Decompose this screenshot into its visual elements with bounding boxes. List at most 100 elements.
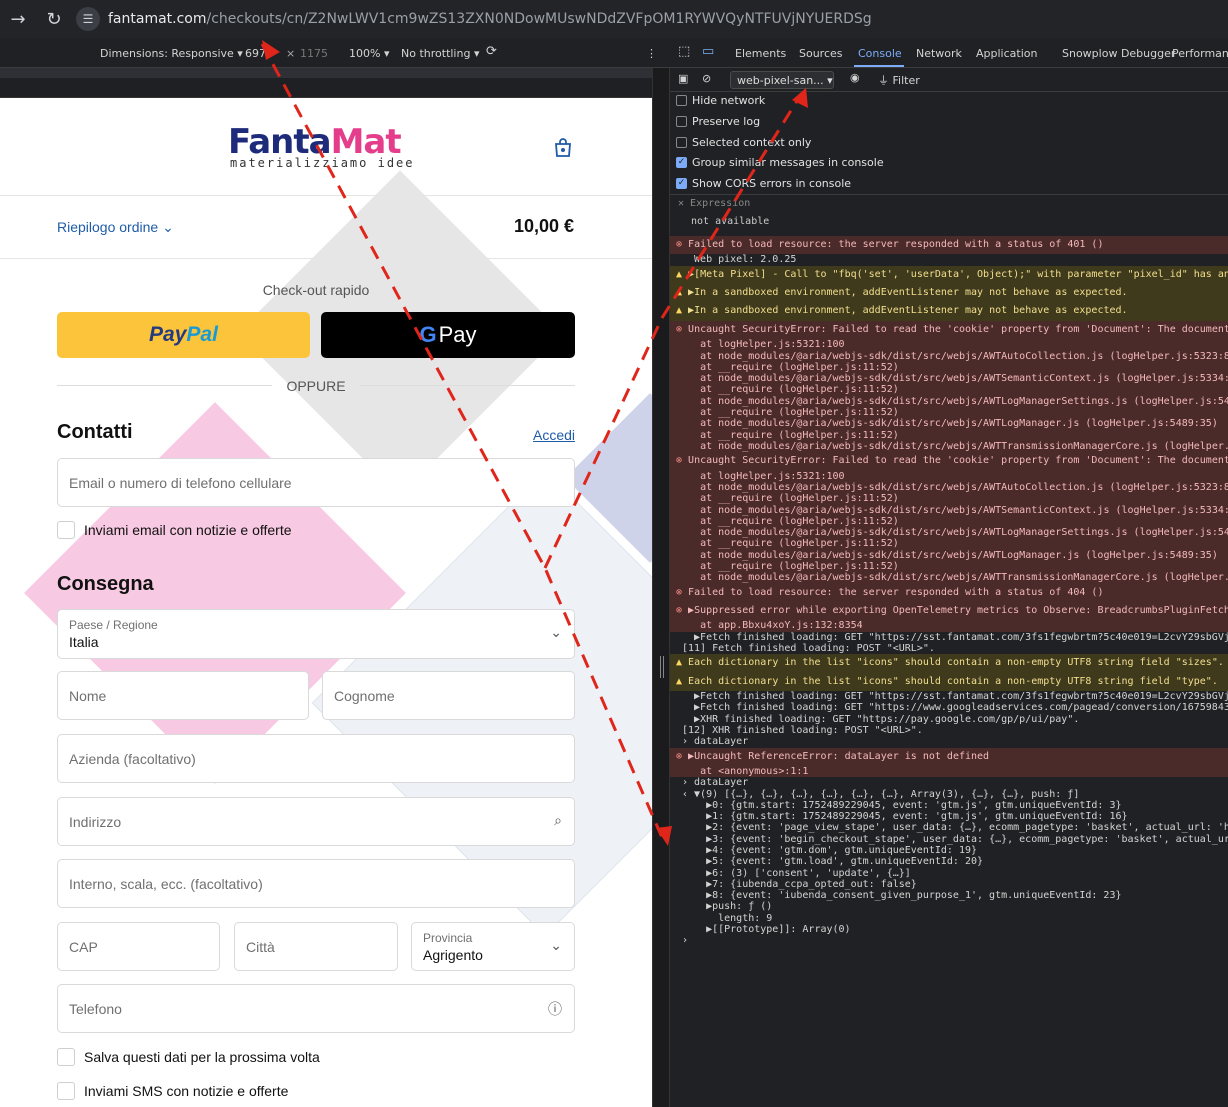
- province-select[interactable]: Provincia Agrigento ⌄: [411, 922, 575, 971]
- tab-elements[interactable]: Elements: [735, 47, 786, 60]
- context-select[interactable]: web-pixel-san... ▾: [730, 71, 834, 89]
- console-option-4[interactable]: ✓ Show CORS errors in console: [676, 177, 851, 190]
- console-line[interactable]: ▲ ▶In a sandboxed environment, addEventL…: [670, 302, 1228, 321]
- console-line[interactable]: ▶Fetch finished loading: GET "https://ww…: [670, 702, 1228, 713]
- sidebar-icon[interactable]: ▣: [678, 72, 688, 85]
- live-expression-label[interactable]: ✕ Expression: [678, 198, 750, 209]
- tab-performance[interactable]: Performanc: [1172, 47, 1228, 60]
- checkout-page: FantaMat materializziamo idee Riepilogo …: [0, 98, 652, 1107]
- console-line[interactable]: ▶4: {event: 'gtm.dom', gtm.uniqueEventId…: [670, 845, 1228, 856]
- throttle-select[interactable]: No throttling ▾: [401, 47, 479, 60]
- address-bar: → ↻ ☰ fantamat.com/checkouts/cn/Z2NwLWV1…: [0, 0, 1228, 38]
- zip-field[interactable]: CAP: [57, 922, 220, 971]
- phone-field[interactable]: Telefono ⓘ: [57, 984, 575, 1033]
- checkbox-icon: ✓: [676, 157, 687, 169]
- tab-sources[interactable]: Sources: [799, 47, 843, 60]
- panel-splitter[interactable]: [652, 68, 670, 1107]
- console-line: ‹ ▼(9) [{…}, {…}, {…}, {…}, {…}, {…}, Ar…: [682, 788, 1080, 800]
- paypal-button[interactable]: Pay Pal: [57, 312, 310, 358]
- console-output: ⊗ Failed to load resource: the server re…: [670, 236, 1228, 947]
- console-line: at node_modules/@aria/webjs-sdk/dist/src…: [670, 440, 1228, 453]
- help-icon[interactable]: ⓘ: [548, 999, 562, 1019]
- divider: [0, 195, 652, 196]
- more-options-icon[interactable]: ⋮: [646, 47, 657, 60]
- company-field[interactable]: Azienda (facoltativo): [57, 734, 575, 783]
- newsletter-checkbox[interactable]: Inviami email con notizie e offerte: [57, 521, 292, 539]
- url-host: fantamat.com: [108, 11, 207, 27]
- google-g-icon: G: [419, 322, 437, 347]
- country-select[interactable]: Paese / Regione Italia ⌄: [57, 609, 575, 659]
- console-line: [11] Fetch finished loading: POST "<URL>…: [682, 642, 935, 654]
- console-line[interactable]: ▶[[Prototype]]: Array(0): [670, 924, 1228, 935]
- console-line[interactable]: ▶6: (3) ['consent', 'update', {…}]: [670, 868, 1228, 879]
- console-line[interactable]: ▲ ▶[Meta Pixel] - Call to "fbq('set', 'u…: [670, 265, 1228, 285]
- shopping-bag-icon[interactable]: [552, 136, 574, 158]
- error-icon: ⊗: [676, 750, 689, 762]
- inspect-icon[interactable]: ⬚: [678, 44, 690, 59]
- tab-snowplow[interactable]: Snowplow Debugger: [1062, 47, 1175, 60]
- console-line[interactable]: ▶0: {gtm.start: 1752489229045, event: 'g…: [670, 800, 1228, 811]
- login-link[interactable]: Accedi: [533, 427, 575, 443]
- tab-application[interactable]: Application: [976, 47, 1037, 60]
- tab-console[interactable]: Console: [858, 47, 902, 60]
- console-option-1[interactable]: Preserve log: [676, 115, 760, 128]
- width-input[interactable]: 697: [245, 47, 266, 60]
- first-name-field[interactable]: Nome: [57, 671, 309, 720]
- console-line[interactable]: ⊗ ▶Uncaught ReferenceError: dataLayer is…: [670, 747, 1228, 766]
- clear-console-icon[interactable]: ⊘: [702, 72, 711, 85]
- console-line[interactable]: ▶8: {event: 'iubenda_consent_given_purpo…: [670, 890, 1228, 901]
- console-line: at node_modules/@aria/webjs-sdk/dist/src…: [670, 481, 1228, 494]
- forward-icon[interactable]: →: [0, 9, 36, 30]
- console-line[interactable]: ▶Fetch finished loading: GET "https://ss…: [670, 632, 1228, 643]
- console-line[interactable]: ▶2: {event: 'page_view_stape', user_data…: [670, 822, 1228, 833]
- console-line: at node_modules/@aria/webjs-sdk/dist/src…: [670, 527, 1228, 539]
- rotate-icon[interactable]: ⟳: [486, 44, 497, 59]
- site-settings-icon[interactable]: ☰: [76, 7, 100, 31]
- console-line[interactable]: ⊗ ▶Suppressed error while exporting Open…: [670, 601, 1228, 621]
- url-field[interactable]: fantamat.com/checkouts/cn/Z2NwLWV1cm9wZS…: [108, 11, 872, 27]
- contacts-heading: Contatti: [57, 421, 133, 443]
- console-line[interactable]: ▶7: {iubenda_ccpa_opted_out: false}: [670, 879, 1228, 890]
- address2-field[interactable]: Interno, scala, ecc. (facoltativo): [57, 859, 575, 908]
- console-line: at __require (logHelper.js:11:52): [670, 407, 1228, 419]
- device-toolbar: Dimensions: Responsive ▾ 697 × 1175 100%…: [0, 38, 670, 68]
- email-field[interactable]: Email o numero di telefono cellulare: [57, 458, 575, 507]
- dimensions-select[interactable]: Dimensions: Responsive ▾: [100, 47, 243, 60]
- console-option-3[interactable]: ✓ Group similar messages in console: [676, 156, 884, 169]
- search-icon[interactable]: ⌕: [554, 812, 562, 829]
- warning-icon: ▲: [676, 287, 689, 299]
- zoom-select[interactable]: 100% ▾: [349, 47, 389, 60]
- reload-icon[interactable]: ↻: [36, 9, 72, 30]
- eye-icon[interactable]: ◉: [850, 71, 860, 84]
- console-line[interactable]: ▶push: ƒ (): [670, 901, 1228, 912]
- filter-input[interactable]: ⏚ Filter: [878, 72, 920, 88]
- error-icon: ⊗: [676, 586, 689, 598]
- last-name-field[interactable]: Cognome: [322, 671, 575, 720]
- order-summary-toggle[interactable]: Riepilogo ordine ⌄: [57, 219, 174, 236]
- console-line[interactable]: ▶5: {event: 'gtm.load', gtm.uniqueEventI…: [670, 856, 1228, 867]
- google-pay-button[interactable]: G Pay: [321, 312, 575, 358]
- console-option-0[interactable]: Hide network: [676, 94, 765, 107]
- console-line[interactable]: ▶XHR finished loading: GET "https://pay.…: [670, 714, 1228, 725]
- address-field[interactable]: Indirizzo ⌕: [57, 797, 575, 846]
- console-line[interactable]: ▶Fetch finished loading: GET "https://ss…: [670, 691, 1228, 702]
- console-line: at node_modules/@aria/webjs-sdk/dist/src…: [670, 418, 1228, 430]
- times-icon: ×: [286, 47, 296, 60]
- console-line[interactable]: ▶3: {event: 'begin_checkout_stape', user…: [670, 834, 1228, 845]
- console-line[interactable]: ▲ ▶In a sandboxed environment, addEventL…: [670, 284, 1228, 303]
- tab-network[interactable]: Network: [916, 47, 962, 60]
- devtools-panel: ⬚ ▭ Elements Sources Console Network App…: [670, 38, 1228, 1107]
- order-total: 10,00 €: [513, 216, 574, 236]
- console-line[interactable]: ▶1: {gtm.start: 1752489229045, event: 'g…: [670, 811, 1228, 822]
- console-line: ▲ Each dictionary in the list "icons" sh…: [670, 672, 1228, 692]
- device-toggle-icon[interactable]: ▭: [702, 44, 714, 59]
- console-option-2[interactable]: Selected context only: [676, 136, 811, 149]
- console-line: at node_modules/@aria/webjs-sdk/dist/src…: [670, 504, 1228, 516]
- chevron-down-icon: ⌄: [550, 624, 562, 640]
- sms-checkbox[interactable]: Inviami SMS con notizie e offerte: [57, 1082, 288, 1100]
- city-field[interactable]: Città: [234, 922, 398, 971]
- console-line: ›: [682, 935, 689, 947]
- height-input[interactable]: 1175: [300, 47, 328, 60]
- console-line: [12] XHR finished loading: POST "<URL>".: [682, 724, 923, 736]
- save-info-checkbox[interactable]: Salva questi dati per la prossima volta: [57, 1048, 320, 1066]
